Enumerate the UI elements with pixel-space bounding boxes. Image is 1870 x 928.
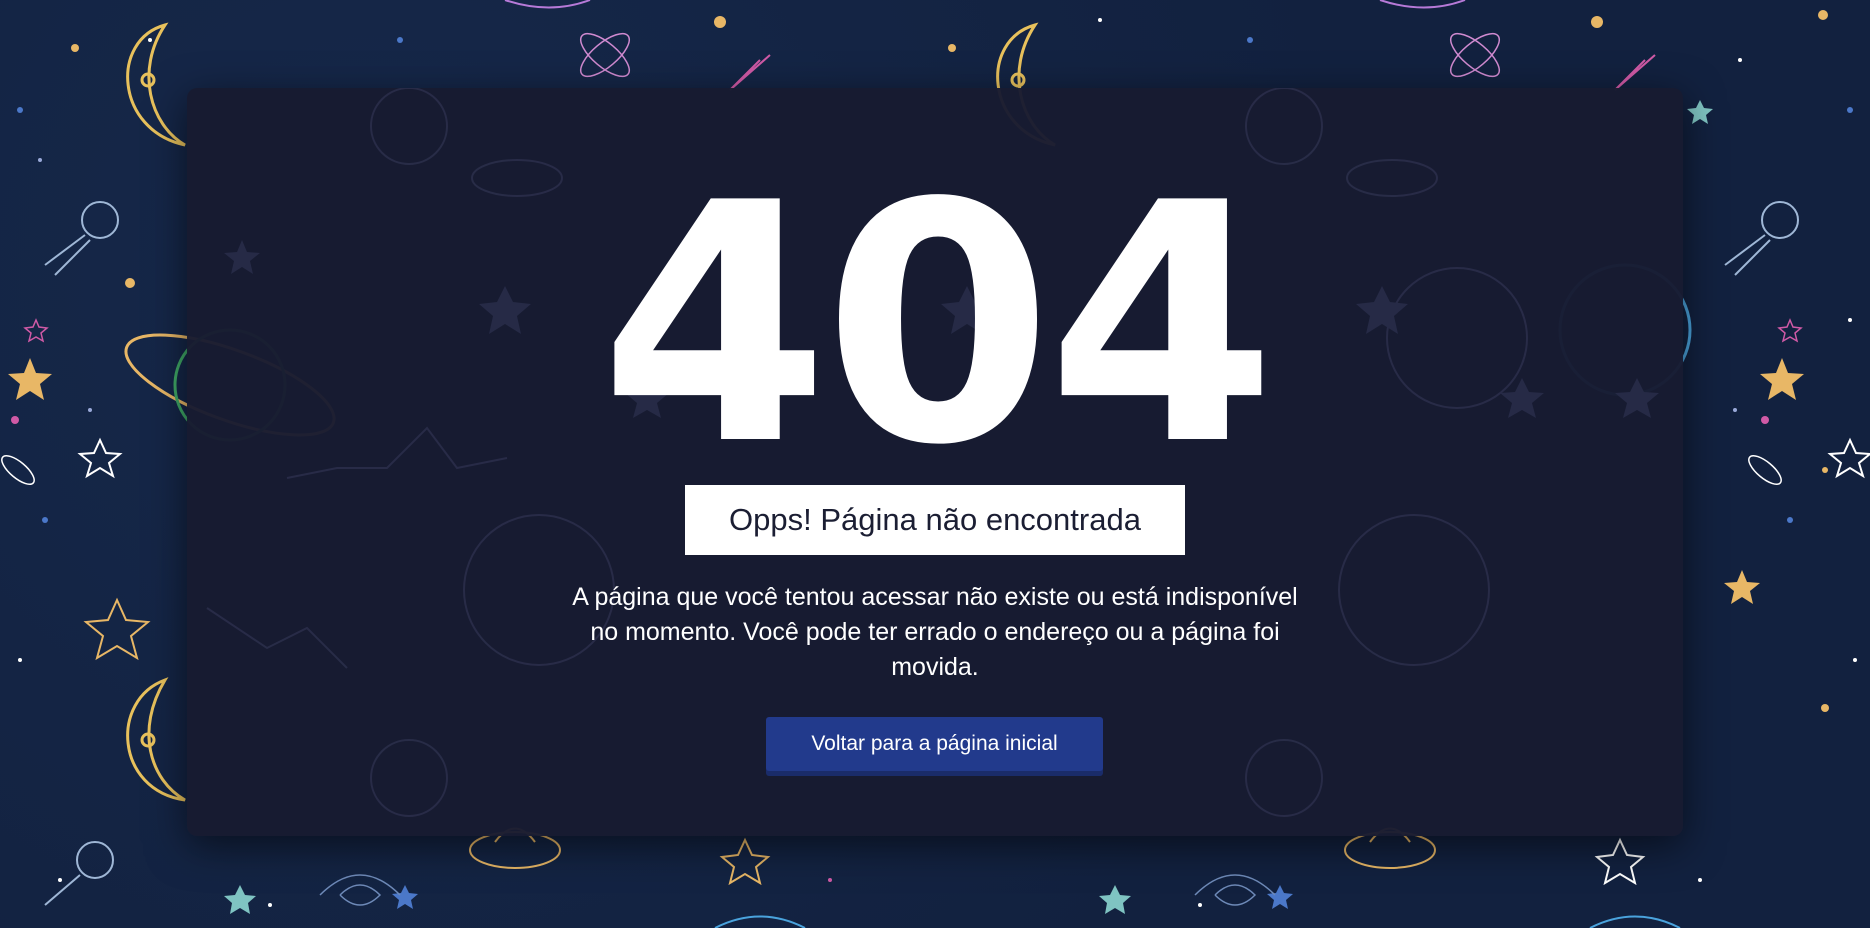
planet-icon: [1379, 0, 1466, 9]
home-button[interactable]: Voltar para a página inicial: [766, 717, 1103, 771]
error-card: 404 Opps! Página não encontrada A página…: [187, 88, 1683, 836]
comet-icon: [729, 54, 1656, 91]
planet-icon: [714, 915, 806, 928]
galaxy-icon: [319, 874, 1276, 906]
error-description: A página que você tentou acessar não exi…: [572, 583, 1298, 681]
planet-icon: [504, 0, 591, 9]
error-title: Opps! Página não encontrada: [685, 485, 1185, 555]
planet-icon: [1589, 915, 1681, 928]
error-code: 404: [599, 133, 1277, 517]
error-content: 404 Opps! Página não encontrada A página…: [187, 88, 1683, 836]
